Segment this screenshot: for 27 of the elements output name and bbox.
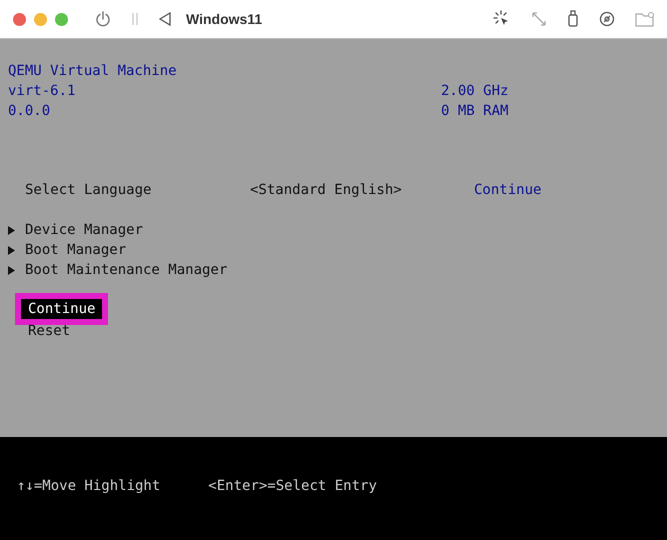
folder-icon[interactable] bbox=[635, 11, 655, 27]
triangle-icon bbox=[8, 246, 15, 254]
system-info-text: QEMU Virtual Machine bbox=[8, 63, 177, 79]
system-info-text: 2.00 GHz bbox=[441, 82, 508, 101]
key-hint: <Enter>=Select Entry bbox=[208, 478, 377, 494]
zoom-button[interactable] bbox=[55, 12, 68, 26]
help-text: Continue bbox=[474, 181, 542, 200]
close-button[interactable] bbox=[13, 12, 26, 26]
system-info-text: 0.0.0 bbox=[8, 103, 50, 119]
usb-icon[interactable] bbox=[567, 10, 579, 28]
system-info-text: 0 MB RAM bbox=[441, 102, 508, 121]
window-title: Windows11 bbox=[186, 11, 262, 27]
resize-icon[interactable] bbox=[531, 11, 547, 27]
power-icon[interactable] bbox=[95, 11, 111, 27]
menu-item[interactable]: Continue bbox=[18, 296, 106, 322]
triangle-icon bbox=[8, 226, 15, 234]
minimize-button[interactable] bbox=[34, 12, 47, 26]
menu-item[interactable]: Device Manager bbox=[25, 220, 144, 240]
back-icon[interactable] bbox=[159, 12, 171, 26]
system-info-text: virt-6.1 bbox=[8, 83, 76, 99]
menu-item[interactable]: Boot Manager bbox=[25, 240, 126, 260]
key-hint: ↑↓=Move Highlight bbox=[17, 478, 160, 494]
menu-item[interactable]: Boot Maintenance Manager bbox=[25, 260, 228, 280]
language-selector[interactable]: <Standard English> bbox=[250, 180, 474, 200]
triangle-icon bbox=[8, 266, 15, 274]
language-label: Select Language bbox=[25, 181, 152, 200]
disc-icon[interactable] bbox=[599, 11, 615, 27]
